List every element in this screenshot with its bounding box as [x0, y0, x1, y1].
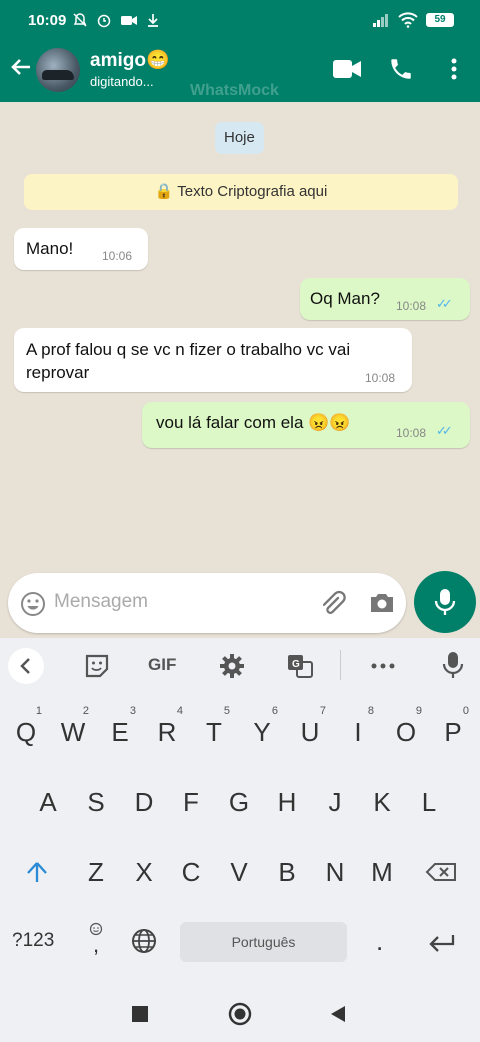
message-bubble-outgoing[interactable]: Oq Man? 10:08 ✓✓ [300, 278, 470, 320]
attach-icon[interactable] [318, 589, 348, 619]
message-composer[interactable]: Mensagem [8, 573, 406, 633]
message-input[interactable]: Mensagem [54, 591, 148, 613]
camera-icon[interactable] [368, 590, 396, 616]
status-bar: 10:09 59 [0, 0, 480, 40]
chat-header: 10:09 59 amigo😁 digitando... WhatsMock [0, 0, 480, 102]
keyboard-toolbar: GIF G [0, 638, 480, 692]
date-chip: Hoje [215, 122, 264, 154]
read-receipt-icon: ✓✓ [436, 423, 453, 438]
video-call-icon[interactable] [332, 58, 362, 80]
key-g[interactable]: G [217, 772, 261, 832]
download-icon [148, 14, 158, 27]
key-f[interactable]: F [169, 772, 213, 832]
message-bubble-incoming[interactable]: A prof falou q se vc n fizer o trabalho … [14, 328, 412, 392]
enter-icon[interactable] [427, 932, 457, 954]
message-text: Oq Man? [310, 289, 380, 308]
backspace-icon [425, 863, 456, 881]
key-z[interactable]: Z [74, 842, 118, 902]
message-text: A prof falou q se vc n fizer o trabalho … [26, 340, 351, 382]
home-icon[interactable] [228, 1002, 252, 1026]
key-j[interactable]: J [313, 772, 357, 832]
key-k[interactable]: K [360, 772, 404, 832]
voice-record-button[interactable] [414, 571, 476, 633]
keyboard: Q1 W2 E3 R4 T5 Y6 U7 I8 O9 P0 A S D F G … [0, 692, 480, 984]
gif-button[interactable]: GIF [148, 655, 176, 675]
message-bubble-incoming[interactable]: Mano! 10:06 [14, 228, 148, 270]
key-w[interactable]: W2 [51, 702, 95, 762]
key-m[interactable]: M [360, 842, 404, 902]
back-arrow-icon[interactable] [8, 54, 34, 80]
key-t[interactable]: T5 [192, 702, 236, 762]
collapse-toolbar-button[interactable] [8, 648, 44, 684]
chevron-left-icon [20, 658, 30, 674]
recents-icon[interactable] [132, 1006, 148, 1022]
microphone-icon [434, 589, 456, 615]
battery-icon: 59 [426, 13, 454, 27]
video-recording-icon [121, 16, 137, 25]
key-e[interactable]: E3 [98, 702, 142, 762]
app-bar: amigo😁 digitando... WhatsMock [0, 40, 480, 102]
key-l[interactable]: L [407, 772, 451, 832]
key-u[interactable]: U7 [288, 702, 332, 762]
avatar[interactable] [36, 48, 80, 92]
status-time: 10:09 [28, 12, 67, 29]
svg-text:G: G [292, 659, 300, 670]
sticker-icon[interactable] [84, 653, 110, 679]
translate-icon[interactable]: G [287, 653, 313, 679]
key-r[interactable]: R4 [145, 702, 189, 762]
navigation-bar [0, 984, 480, 1042]
notifications-off-icon [73, 13, 87, 27]
key-n[interactable]: N [313, 842, 357, 902]
key-x[interactable]: X [122, 842, 166, 902]
key-y[interactable]: Y6 [240, 702, 284, 762]
back-nav-icon[interactable] [330, 1005, 346, 1023]
contact-info[interactable]: amigo😁 digitando... [90, 48, 170, 89]
key-d[interactable]: D [122, 772, 166, 832]
message-time: 10:08 [396, 426, 427, 440]
key-c[interactable]: C [169, 842, 213, 902]
key-a[interactable]: A [26, 772, 70, 832]
contact-status: digitando... [90, 74, 154, 89]
more-icon[interactable] [370, 662, 396, 670]
alarm-icon [97, 14, 111, 28]
message-text: Mano! [26, 239, 74, 258]
key-s[interactable]: S [74, 772, 118, 832]
settings-gear-icon[interactable] [219, 653, 245, 679]
signal-icon [373, 14, 388, 27]
contact-name: amigo😁 [90, 50, 170, 71]
key-o[interactable]: O9 [384, 702, 428, 762]
shift-key[interactable] [15, 842, 59, 902]
key-i[interactable]: I8 [336, 702, 380, 762]
message-text: vou lá falar com ela 😠😠 [156, 413, 351, 432]
voice-typing-icon[interactable] [442, 651, 464, 679]
key-p[interactable]: P0 [431, 702, 475, 762]
shift-arrow-icon [27, 862, 47, 882]
wifi-icon [398, 12, 418, 28]
space-bar[interactable]: Português [180, 922, 347, 962]
message-time: 10:08 [365, 371, 396, 385]
voice-call-icon[interactable] [388, 56, 414, 82]
emoji-icon[interactable] [20, 591, 46, 617]
period-key[interactable]: . [376, 926, 383, 957]
symbols-key[interactable]: ?123 [12, 930, 54, 952]
key-b[interactable]: B [265, 842, 309, 902]
comma-label: , [93, 932, 100, 957]
message-time: 10:08 [396, 299, 427, 313]
watermark: WhatsMock [190, 82, 279, 99]
read-receipt-icon: ✓✓ [436, 296, 453, 311]
message-bubble-outgoing[interactable]: vou lá falar com ela 😠😠 10:08 ✓✓ [142, 402, 470, 448]
chat-area[interactable]: Hoje 🔒 Texto Criptografia aqui Mano! 10:… [0, 102, 480, 642]
emoji-comma-key[interactable]: , [84, 918, 108, 958]
globe-icon[interactable] [131, 928, 157, 954]
message-time: 10:06 [102, 249, 133, 263]
key-q[interactable]: Q1 [4, 702, 48, 762]
key-h[interactable]: H [265, 772, 309, 832]
encryption-notice[interactable]: 🔒 Texto Criptografia aqui [24, 174, 458, 210]
more-options-icon[interactable] [445, 57, 463, 83]
backspace-key[interactable] [420, 842, 464, 902]
key-v[interactable]: V [217, 842, 261, 902]
